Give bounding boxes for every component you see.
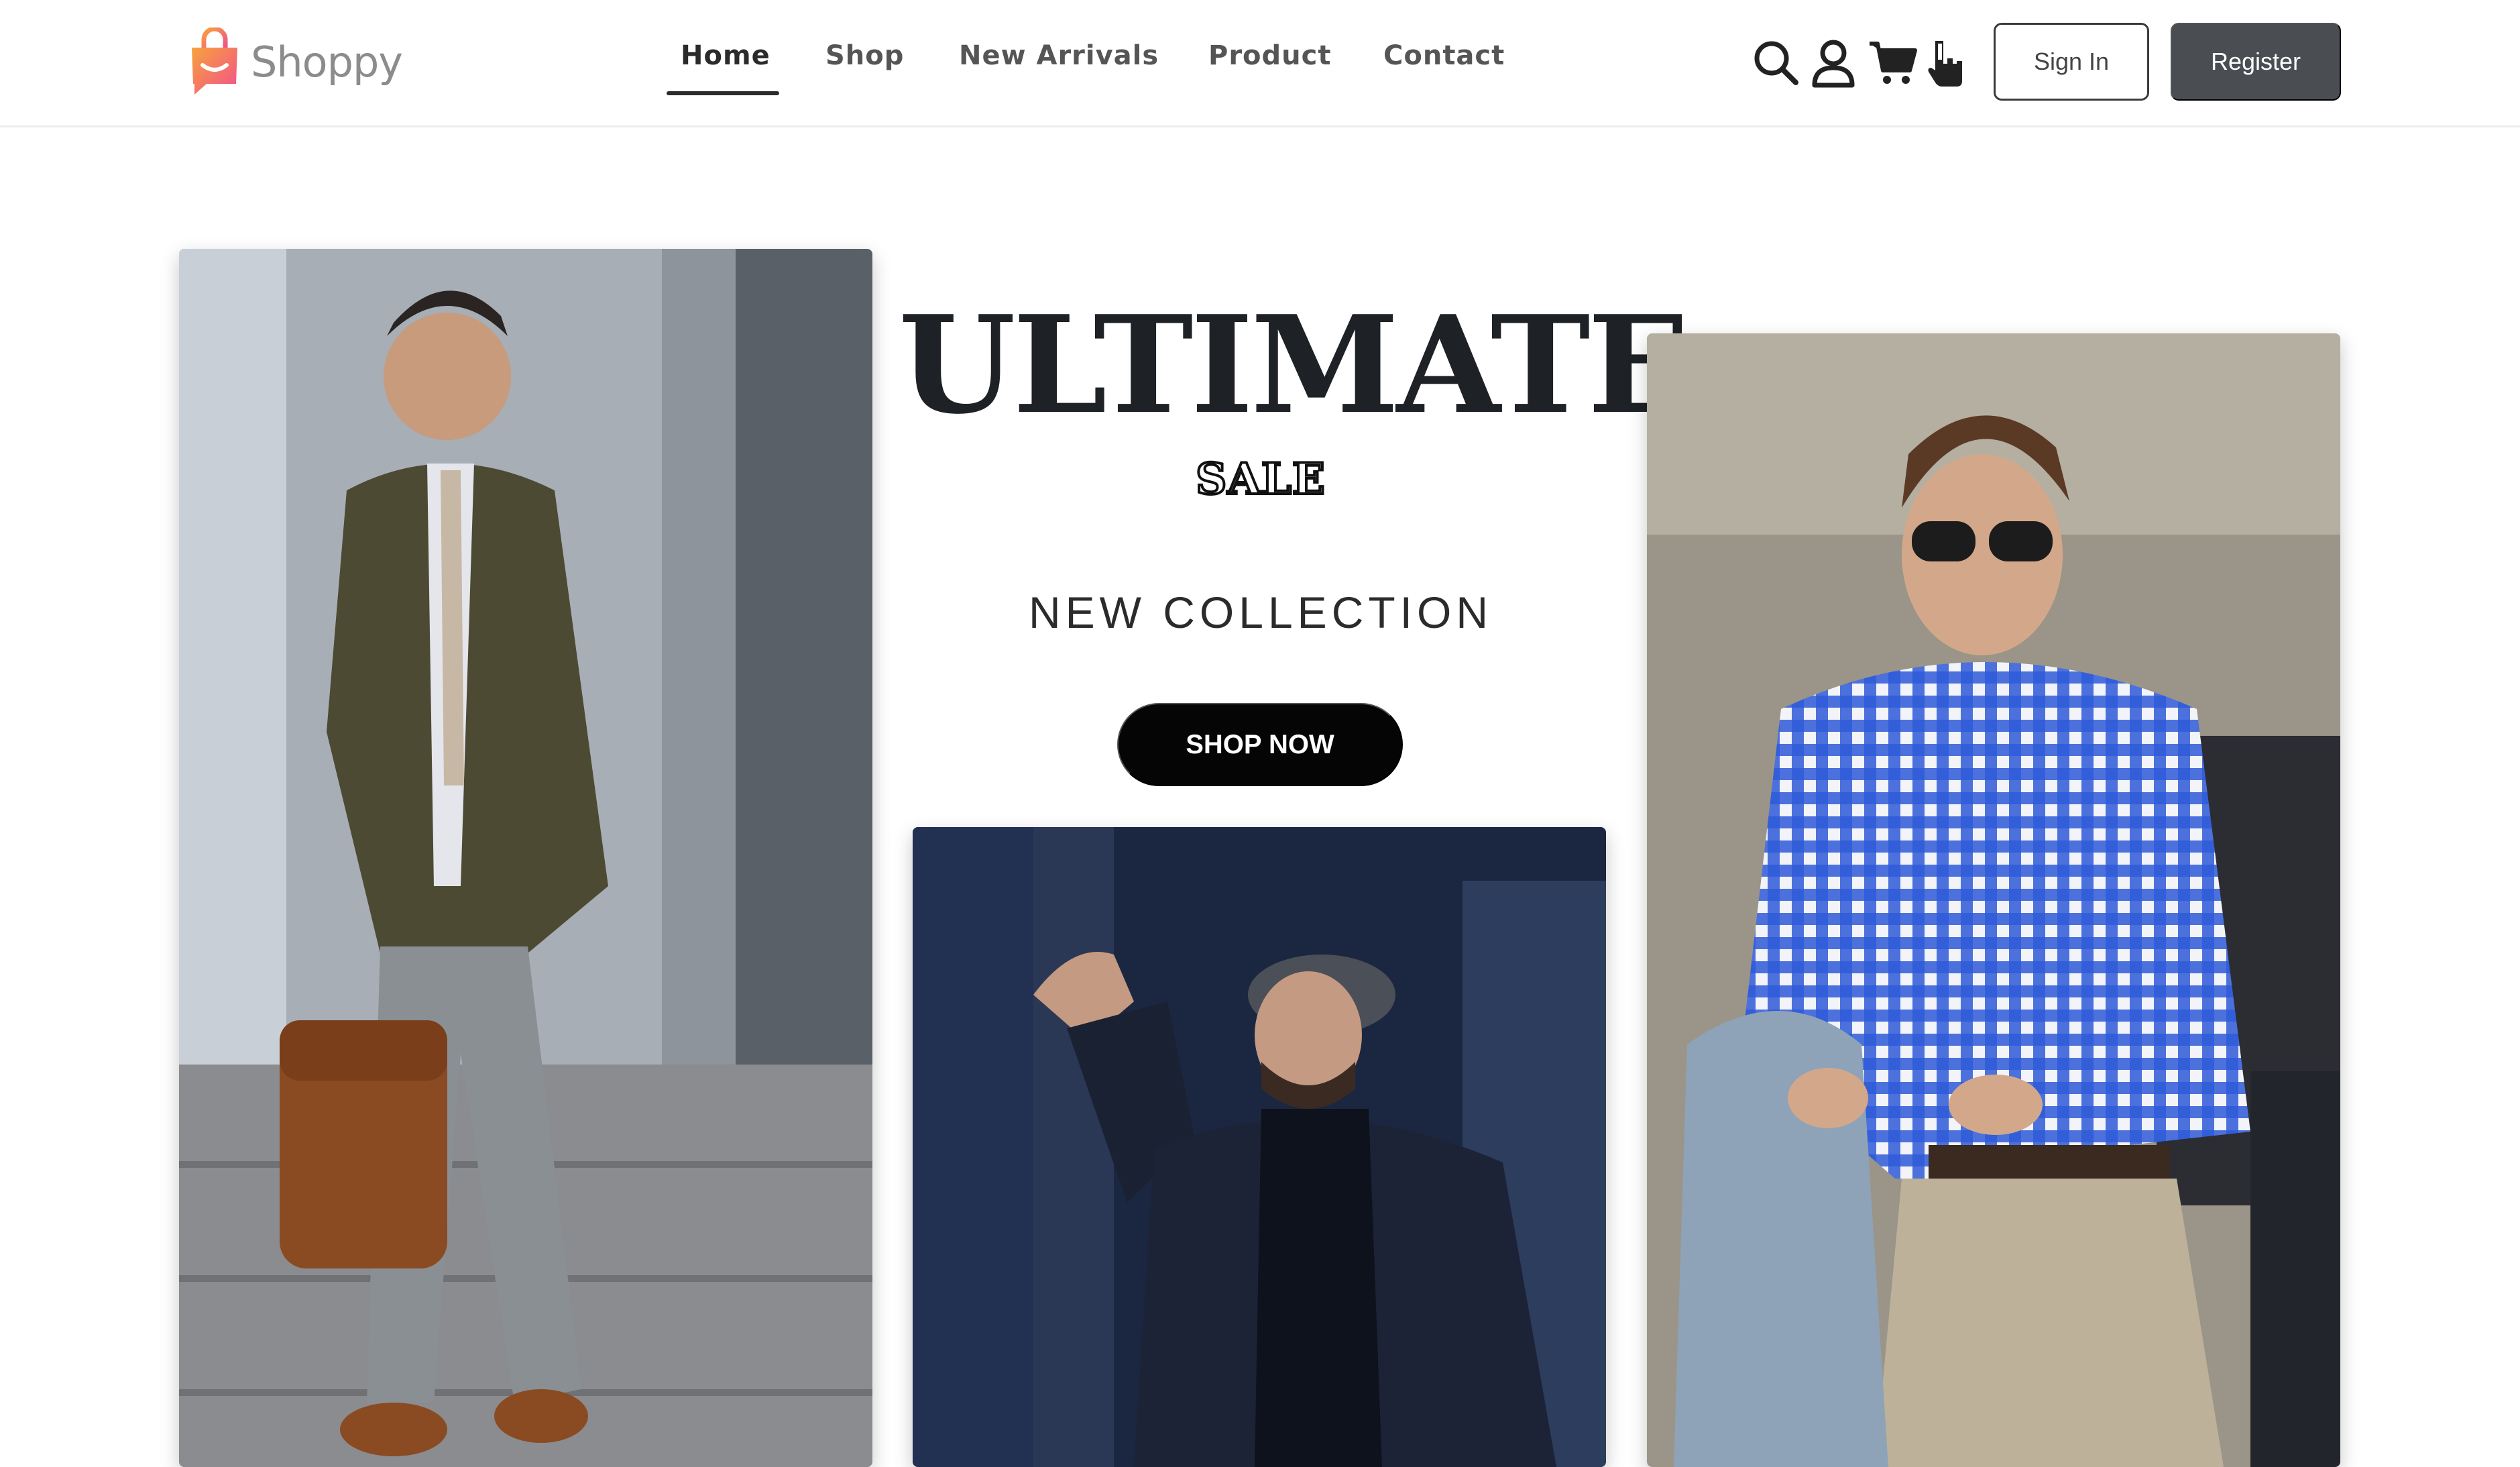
hero-tagline: NEW COLLECTION xyxy=(1028,588,1493,637)
hero-subtitle: SALE xyxy=(1194,454,1326,504)
nav-shop[interactable]: Shop xyxy=(825,40,904,71)
nav-active-indicator xyxy=(667,91,779,95)
man-with-briefcase-image xyxy=(179,249,872,1467)
shop-now-button[interactable]: SHOP NOW xyxy=(1117,703,1403,786)
nav-contact[interactable]: Contact xyxy=(1383,40,1505,71)
hero-title: ULTIMATE xyxy=(899,286,1690,444)
nav-new-arrivals[interactable]: New Arrivals xyxy=(959,40,1159,71)
search-icon[interactable] xyxy=(1750,37,1801,88)
register-button[interactable]: Register xyxy=(2171,23,2341,101)
site-header: Shoppy Home Shop New Arrivals Product Co… xyxy=(0,0,2520,127)
user-icon[interactable] xyxy=(1808,37,1859,88)
hand-pointer-icon[interactable] xyxy=(1921,37,1971,88)
man-in-checkered-shirt-image xyxy=(1647,333,2340,1467)
page: Shoppy Home Shop New Arrivals Product Co… xyxy=(0,0,2520,1467)
nav-product[interactable]: Product xyxy=(1208,40,1331,71)
man-in-flat-cap-image xyxy=(913,827,1606,1467)
sign-in-button[interactable]: Sign In xyxy=(1994,23,2149,101)
hero-photo-right xyxy=(1647,333,2340,1467)
hero-photo-left xyxy=(179,249,872,1467)
hero-photo-center xyxy=(913,827,1606,1467)
cart-icon[interactable] xyxy=(1867,37,1918,88)
nav-home[interactable]: Home xyxy=(681,40,770,71)
